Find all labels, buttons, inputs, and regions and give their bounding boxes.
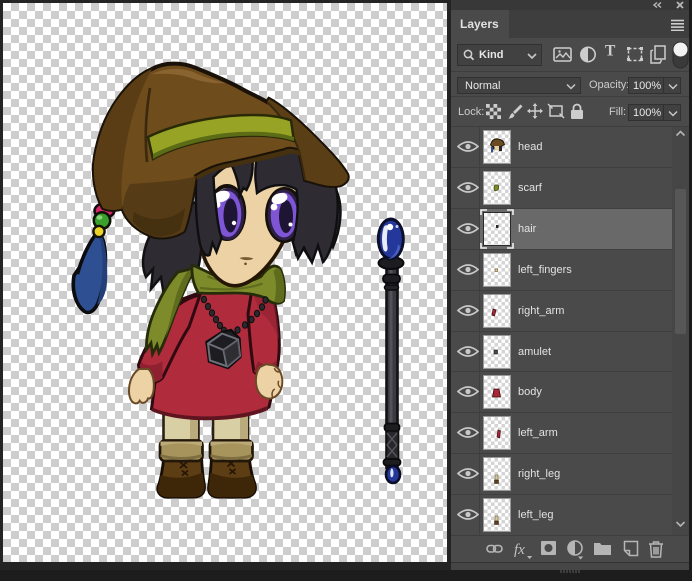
svg-text:T: T	[605, 43, 616, 60]
svg-text:fx: fx	[514, 542, 525, 558]
